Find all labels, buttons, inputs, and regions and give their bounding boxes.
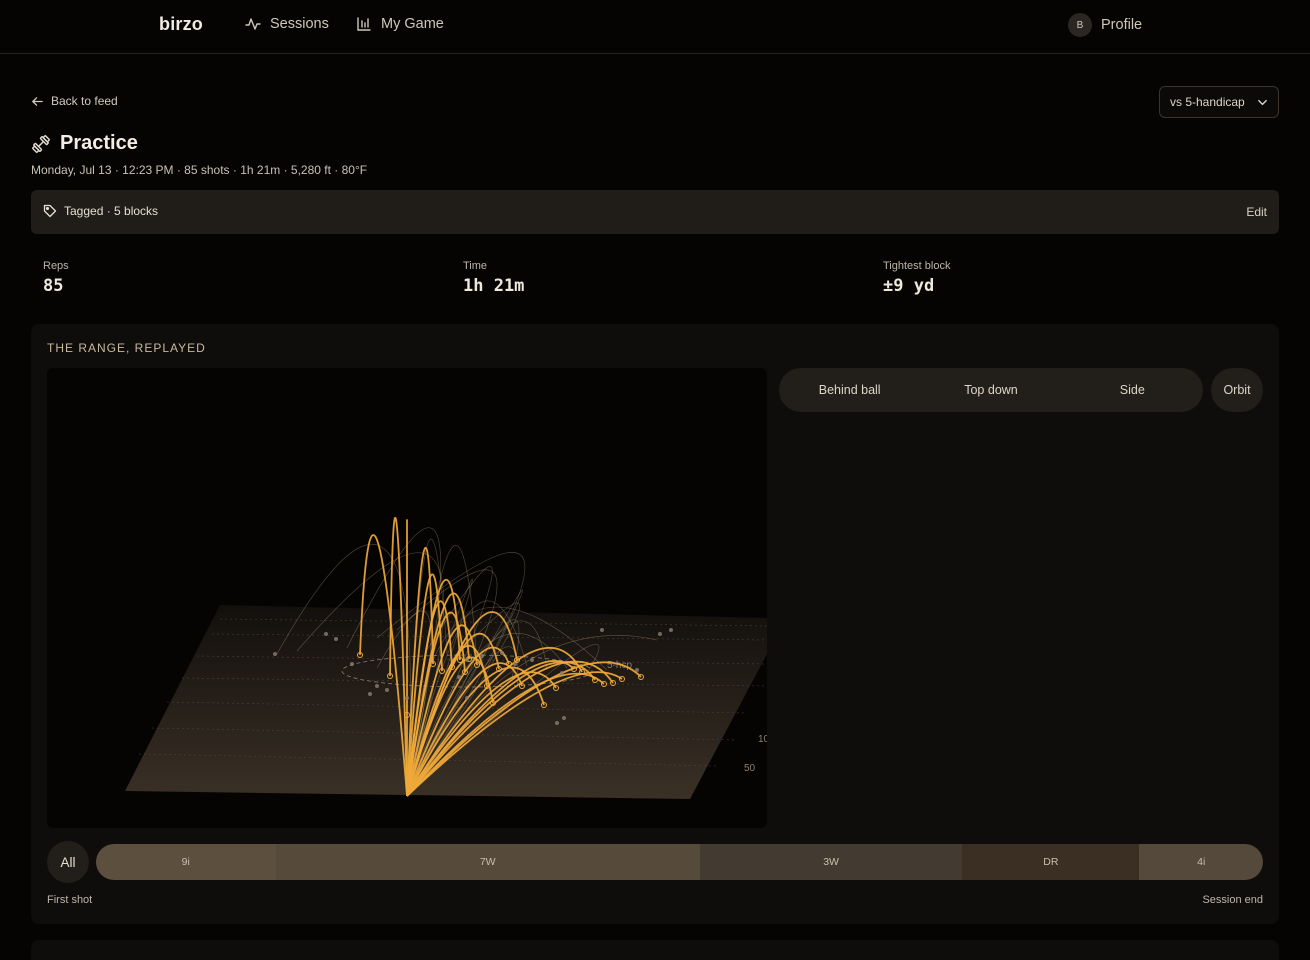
ball-dot [368, 692, 372, 696]
ball-dot [273, 652, 277, 656]
back-to-feed-link[interactable]: Back to feed [31, 94, 118, 108]
stat-value: 85 [43, 276, 64, 296]
ball-dot [669, 628, 673, 632]
edit-button[interactable]: Edit [1246, 205, 1267, 219]
block-dr[interactable]: DR [962, 844, 1140, 880]
range-ground [125, 605, 767, 799]
target-label: 5-hcp [607, 660, 632, 671]
stat-reps: Reps 85 [43, 260, 69, 296]
nav-sessions[interactable]: Sessions [245, 16, 329, 32]
block-4i[interactable]: 4i [1139, 844, 1263, 880]
tag-icon [43, 204, 57, 218]
block-9i[interactable]: 9i [96, 844, 276, 880]
nav-sessions-label: Sessions [270, 16, 329, 32]
ball-dot [324, 632, 328, 636]
session-meta: Monday, Jul 13 · 12:23 PM · 85 shots · 1… [31, 163, 368, 177]
stat-label: Reps [43, 260, 69, 272]
next-panel [31, 940, 1279, 960]
orbit-button[interactable]: Orbit [1211, 368, 1263, 412]
ball-dot [350, 662, 354, 666]
dumbbell-icon [32, 134, 50, 153]
ball-dot [635, 668, 639, 672]
ball-dot [555, 721, 559, 725]
view-behind-ball[interactable]: Behind ball [779, 368, 920, 412]
stat-time: Time 1h 21m [463, 260, 524, 296]
ball-dot [465, 658, 469, 662]
bar-chart-icon [357, 17, 371, 31]
ball-dot [658, 632, 662, 636]
compare-value: vs 5-handicap [1170, 95, 1245, 109]
profile-label: Profile [1101, 17, 1143, 33]
block-timeline: 9i 7W 3W DR 4i [96, 844, 1263, 880]
stat-tightest-block: Tightest block ±9 yd [883, 260, 950, 296]
chevron-down-icon [1258, 99, 1267, 105]
axis-label-10: 10 [758, 734, 767, 745]
compare-select[interactable]: vs 5-handicap [1159, 86, 1279, 118]
range-3d-viewport[interactable]: 5-hcp 10 50 [47, 368, 767, 828]
ball-dot [480, 654, 484, 658]
range-panel: THE RANGE, REPLAYED 5-hcp 10 50 Behind b… [31, 324, 1279, 924]
ball-dot [600, 628, 604, 632]
axis-label-50: 50 [744, 763, 756, 774]
range-scene: 5-hcp 10 50 [125, 516, 767, 799]
range-title: THE RANGE, REPLAYED [47, 341, 206, 355]
tagged-label: Tagged · 5 blocks [64, 204, 159, 218]
tagged-blocks[interactable]: Tagged · 5 blocks [43, 204, 158, 218]
ball-dot [457, 675, 461, 679]
block-3w[interactable]: 3W [699, 844, 963, 880]
ball-dot [405, 696, 409, 700]
stat-value: 1h 21m [463, 276, 525, 296]
page-title: Practice [60, 132, 138, 154]
view-top-down[interactable]: Top down [920, 368, 1061, 412]
ball-dot [562, 716, 566, 720]
ball-dot [375, 684, 379, 688]
arrow-left-icon [32, 96, 43, 106]
ball-dot [465, 696, 469, 700]
timeline-start-label: First shot [47, 894, 93, 906]
ball-dot [500, 651, 504, 655]
stat-value: ±9 yd [883, 276, 935, 296]
tag-bar: Tagged · 5 blocks Edit [31, 190, 1279, 234]
nav-my-game[interactable]: My Game [356, 16, 444, 32]
ball-dot [334, 637, 338, 641]
brand-logo[interactable]: birzo [159, 14, 203, 35]
back-label: Back to feed [51, 94, 118, 108]
ball-dot [560, 671, 564, 675]
title-row: Practice [31, 132, 138, 155]
ball-dot [513, 662, 517, 666]
camera-view-segmented: Behind ball Top down Side [779, 368, 1203, 412]
ball-dot [385, 688, 389, 692]
timeline-end-label: Session end [1202, 894, 1263, 906]
activity-icon [245, 18, 261, 30]
avatar: B [1068, 13, 1092, 37]
top-nav: birzo Sessions My Game B Profile [0, 0, 1310, 54]
ball-dot [530, 658, 534, 662]
stat-label: Time [463, 260, 488, 272]
view-side[interactable]: Side [1062, 368, 1203, 412]
all-blocks-button[interactable]: All [47, 841, 89, 883]
profile-menu[interactable]: B Profile [1068, 13, 1142, 37]
nav-my-game-label: My Game [381, 16, 444, 32]
stat-label: Tightest block [883, 260, 951, 272]
block-7w[interactable]: 7W [275, 844, 700, 880]
